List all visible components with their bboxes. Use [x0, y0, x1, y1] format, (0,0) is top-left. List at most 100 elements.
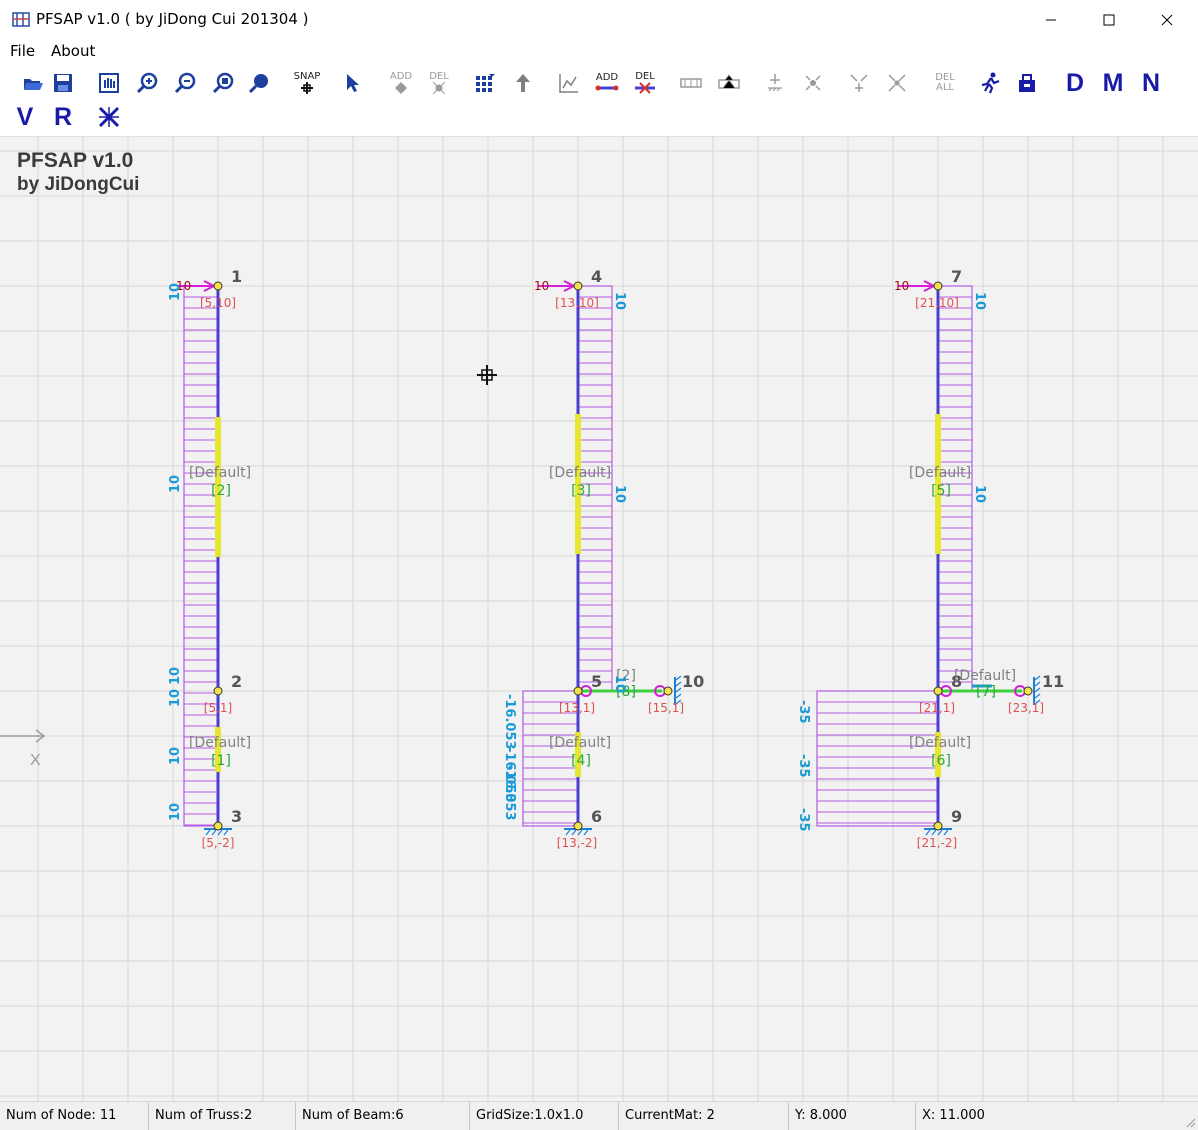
snap-icon: [301, 82, 313, 94]
chart-button[interactable]: [554, 68, 584, 98]
truss-icon: [718, 74, 740, 89]
node-coord-label: [15,1]: [648, 701, 684, 715]
beam-icon: [680, 78, 702, 88]
zoom-in-button[interactable]: [132, 68, 162, 98]
frame-3: 10 7 8 9 11 [21,10] [21,1] [21,-2] [23,1…: [796, 267, 1064, 850]
node-coord-label: [21,1]: [919, 701, 955, 715]
release-button[interactable]: [844, 68, 874, 98]
diagram-m-button[interactable]: M: [1098, 68, 1128, 98]
node-coord-label: [5,10]: [200, 296, 236, 310]
node-4[interactable]: [573, 281, 583, 291]
node-11[interactable]: [1023, 686, 1033, 696]
truss-button[interactable]: [714, 68, 744, 98]
close-button[interactable]: [1138, 0, 1196, 40]
menu-about[interactable]: About: [51, 42, 95, 60]
select-icon: [347, 74, 359, 92]
chart-icon: [559, 74, 578, 93]
node-id-label: 1: [231, 267, 242, 286]
minimize-icon: [1046, 19, 1056, 21]
release2-icon: [888, 74, 906, 92]
menu-file[interactable]: File: [10, 42, 35, 60]
zoom-all-button[interactable]: [244, 68, 274, 98]
point-load-value: 10: [534, 279, 549, 293]
node-10[interactable]: [663, 686, 673, 696]
del-node-button[interactable]: DEL: [424, 68, 454, 98]
member-material-label: [Default]: [549, 735, 611, 751]
node-7[interactable]: [933, 281, 943, 291]
node-1[interactable]: [213, 281, 223, 291]
axis-indicator: X: [0, 729, 46, 769]
canvas-subtitle: by JiDongCui: [17, 174, 139, 195]
diagram-v-button[interactable]: V: [10, 102, 40, 132]
member-material-label: [Default]: [909, 465, 971, 481]
settings-button[interactable]: [94, 102, 124, 132]
toolbar: SNAP ADD DEL ADD DEL DEL ALL D M N V R: [0, 62, 1198, 137]
maximize-button[interactable]: [1080, 0, 1138, 40]
diagram-value: 10: [972, 292, 987, 310]
support2-button[interactable]: [798, 68, 828, 98]
pan-button[interactable]: [94, 68, 124, 98]
del-all-button[interactable]: DEL ALL: [930, 68, 960, 98]
diagram-r-icon: R: [53, 102, 73, 131]
drawing-canvas[interactable]: PFSAP v1.0 by JiDongCui X 10 1 2 3 [5,10…: [0, 137, 1198, 1101]
diagram-value: 10: [168, 667, 183, 685]
point-load-value: 10: [894, 279, 909, 293]
member-material-label: [Default]: [909, 735, 971, 751]
status-node-count: Num of Node: 11: [0, 1102, 149, 1130]
support2-icon: [805, 75, 821, 91]
node-coord-label: [13,10]: [555, 296, 599, 310]
node-9[interactable]: [933, 821, 943, 831]
load-button[interactable]: [1012, 68, 1042, 98]
diagram-d-button[interactable]: D: [1060, 68, 1090, 98]
snap-label: SNAP: [293, 71, 321, 82]
node-id-label: 9: [951, 807, 962, 826]
node-id-label: 5: [591, 672, 602, 691]
member-material-label: [Default]: [549, 465, 611, 481]
diagram-value: 10: [972, 485, 987, 503]
run-button[interactable]: [976, 68, 1006, 98]
diagram-r-button[interactable]: R: [48, 102, 78, 132]
node-coord-label: [5,1]: [204, 701, 232, 715]
add-node-label: ADD: [389, 71, 413, 82]
grid-button[interactable]: [470, 68, 500, 98]
add-node-button[interactable]: ADD: [386, 68, 416, 98]
select-button[interactable]: [338, 68, 368, 98]
member-id-label: [1]: [211, 753, 231, 769]
load-icon: [1019, 74, 1035, 92]
move-button[interactable]: [508, 68, 538, 98]
node-6[interactable]: [573, 821, 583, 831]
app-icon: [12, 12, 30, 27]
open-icon: [24, 79, 43, 90]
snap-button[interactable]: SNAP: [292, 68, 322, 98]
move-icon: [516, 74, 530, 92]
node-3[interactable]: [213, 821, 223, 831]
node-coord-label: [5,-2]: [202, 836, 235, 850]
node-id-label: 6: [591, 807, 602, 826]
model-view[interactable]: PFSAP v1.0 by JiDongCui X 10 1 2 3 [5,10…: [0, 137, 1198, 1101]
node-8[interactable]: [933, 686, 943, 696]
node-5[interactable]: [573, 686, 583, 696]
member-material-label: [Default]: [189, 465, 251, 481]
release2-button[interactable]: [882, 68, 912, 98]
add-node-icon: [395, 82, 407, 94]
del-member-button[interactable]: DEL: [630, 68, 660, 98]
node-id-label: 3: [231, 807, 242, 826]
zoom-out-button[interactable]: [170, 68, 200, 98]
node-2[interactable]: [213, 686, 223, 696]
member-id-label: [7]: [976, 684, 996, 700]
diagram-v-icon: V: [16, 102, 34, 131]
diagram-n-button[interactable]: N: [1136, 68, 1166, 98]
diagram-n-icon: N: [1141, 68, 1161, 97]
minimize-button[interactable]: [1022, 0, 1080, 40]
beam-button[interactable]: [676, 68, 706, 98]
save-button[interactable]: [48, 68, 78, 98]
status-truss-count: Num of Truss:2: [149, 1102, 296, 1130]
release-icon: [850, 74, 868, 92]
support-button[interactable]: [760, 68, 790, 98]
add-member-button[interactable]: ADD: [592, 68, 622, 98]
node-coord-label: [13,1]: [559, 701, 595, 715]
node-coord-label: [21,-2]: [917, 836, 957, 850]
open-button[interactable]: [18, 68, 48, 98]
resize-grip-icon[interactable]: [1184, 1116, 1196, 1128]
zoom-window-button[interactable]: [208, 68, 238, 98]
